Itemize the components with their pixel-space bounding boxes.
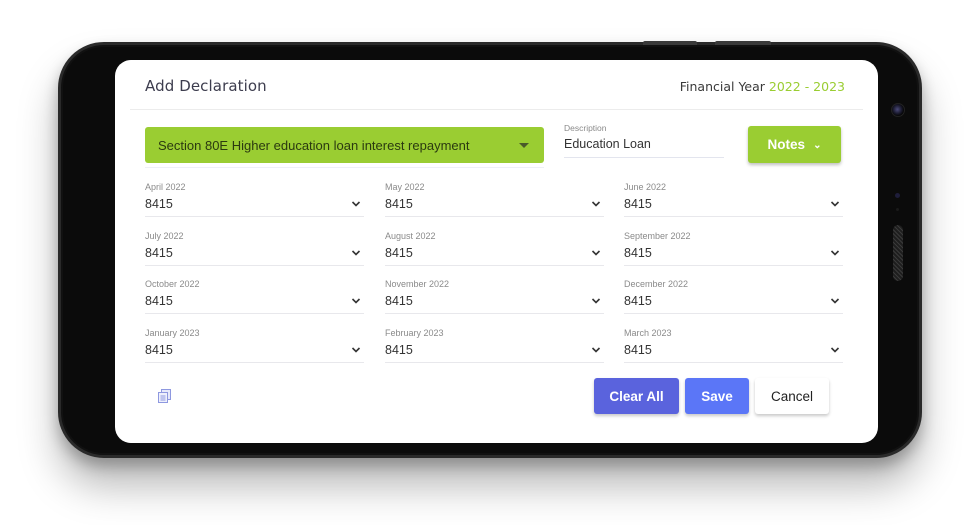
month-amount-select[interactable]: June 2022 8415	[624, 181, 843, 217]
month-label: July 2022	[145, 231, 184, 241]
month-label: April 2022	[145, 182, 186, 192]
dialog-title: Add Declaration	[145, 77, 267, 95]
copy-documents-icon[interactable]	[157, 388, 173, 404]
chevron-down-icon	[591, 201, 601, 207]
month-label: June 2022	[624, 182, 667, 192]
month-amount-value: 8415	[145, 246, 173, 260]
clear-all-button[interactable]: Clear All	[594, 378, 679, 414]
month-amount-value: 8415	[145, 343, 173, 357]
volume-button	[643, 41, 697, 45]
chevron-down-icon	[830, 201, 840, 207]
month-amount-select[interactable]: September 2022 8415	[624, 230, 843, 266]
month-amount-value: 8415	[385, 343, 413, 357]
description-input[interactable]	[564, 137, 724, 151]
chevron-down-icon	[591, 250, 601, 256]
chevron-down-icon	[830, 347, 840, 353]
chevron-down-icon	[591, 298, 601, 304]
month-amount-select[interactable]: December 2022 8415	[624, 278, 843, 314]
month-label: February 2023	[385, 328, 444, 338]
month-amount-value: 8415	[385, 197, 413, 211]
sensor-icon	[895, 193, 900, 198]
chevron-down-icon	[830, 298, 840, 304]
chevron-down-icon: ⌄	[813, 140, 822, 151]
month-amount-value: 8415	[624, 294, 652, 308]
financial-year: Financial Year 2022 - 2023	[680, 79, 845, 94]
month-amount-select[interactable]: March 2023 8415	[624, 327, 843, 363]
month-amount-select[interactable]: May 2022 8415	[385, 181, 604, 217]
financial-year-value: 2022 - 2023	[768, 79, 845, 94]
month-label: January 2023	[145, 328, 200, 338]
month-amount-value: 8415	[624, 343, 652, 357]
speaker-grille	[893, 225, 903, 281]
chevron-down-icon	[591, 347, 601, 353]
month-amount-select[interactable]: October 2022 8415	[145, 278, 364, 314]
section-selected-value: Section 80E Higher education loan intere…	[158, 138, 470, 153]
month-label: December 2022	[624, 279, 689, 289]
month-amount-select[interactable]: July 2022 8415	[145, 230, 364, 266]
chevron-down-icon	[351, 347, 361, 353]
sensor-dot-icon	[896, 208, 899, 211]
notes-label: Notes	[767, 137, 806, 152]
add-declaration-dialog: Add Declaration Financial Year 2022 - 20…	[115, 60, 878, 443]
month-amount-value: 8415	[385, 294, 413, 308]
month-amount-value: 8415	[385, 246, 413, 260]
chevron-down-icon	[830, 250, 840, 256]
financial-year-label: Financial Year	[679, 79, 765, 94]
month-label: March 2023	[624, 328, 672, 338]
description-field[interactable]: Description	[564, 122, 724, 158]
chevron-down-icon	[351, 201, 361, 207]
month-label: October 2022	[145, 279, 200, 289]
description-label: Description	[564, 123, 607, 133]
month-amount-select[interactable]: February 2023 8415	[385, 327, 604, 363]
cancel-button[interactable]: Cancel	[755, 378, 829, 414]
month-label: August 2022	[385, 231, 436, 241]
month-amount-value: 8415	[145, 197, 173, 211]
notes-button[interactable]: Notes ⌄	[748, 126, 841, 163]
section-underline	[145, 167, 544, 168]
month-amount-value: 8415	[624, 197, 652, 211]
month-amount-select[interactable]: November 2022 8415	[385, 278, 604, 314]
power-button	[715, 41, 771, 45]
month-amount-select[interactable]: April 2022 8415	[145, 181, 364, 217]
month-amount-select[interactable]: August 2022 8415	[385, 230, 604, 266]
dialog-header: Add Declaration Financial Year 2022 - 20…	[130, 60, 863, 110]
month-amount-value: 8415	[145, 294, 173, 308]
caret-down-icon	[519, 143, 529, 148]
section-dropdown[interactable]: Section 80E Higher education loan intere…	[145, 127, 544, 163]
month-amount-select[interactable]: January 2023 8415	[145, 327, 364, 363]
camera-icon	[891, 103, 905, 117]
chevron-down-icon	[351, 298, 361, 304]
month-label: November 2022	[385, 279, 450, 289]
month-label: May 2022	[385, 182, 425, 192]
save-button[interactable]: Save	[685, 378, 749, 414]
month-label: September 2022	[624, 231, 691, 241]
chevron-down-icon	[351, 250, 361, 256]
month-amount-value: 8415	[624, 246, 652, 260]
